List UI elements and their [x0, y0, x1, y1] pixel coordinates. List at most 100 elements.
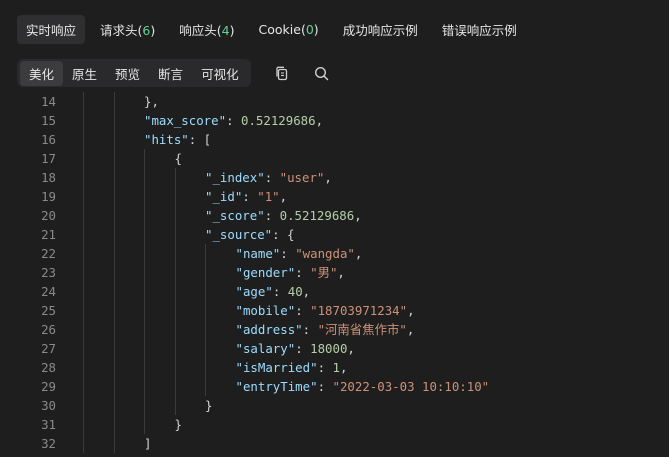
code-text: "isMarried": 1,	[236, 358, 348, 377]
tab-5[interactable]: 错误响应示例	[433, 15, 526, 44]
view-mode-button-2[interactable]: 预览	[106, 61, 149, 86]
indent-guide	[205, 244, 206, 263]
code-token: "mobile"	[235, 303, 296, 318]
code-token: "18703971234"	[310, 303, 408, 318]
code-token: "user"	[279, 170, 325, 185]
tab-count-badge: 0	[305, 21, 314, 37]
line-number: 25	[41, 303, 56, 318]
code-token: "max_score"	[144, 113, 227, 128]
tab-3[interactable]: Cookie(0)	[250, 17, 328, 42]
indent-guide	[113, 130, 115, 149]
code-line: 15 "max_score": 0.52129686,	[0, 111, 669, 130]
indent-guide	[83, 225, 84, 244]
code-line: 24 "age": 40,	[0, 282, 669, 301]
indent-guide	[83, 168, 84, 187]
code-token: ,	[407, 303, 415, 318]
response-tab-bar: 实时响应 请求头(6) 响应头(4) Cookie(0) 成功响应示例 错误响应示例	[0, 0, 669, 58]
code-text: "entryTime": "2022-03-03 10:10:10"	[236, 377, 490, 396]
indent-guide	[113, 396, 115, 415]
view-mode-button-1[interactable]: 原生	[63, 61, 106, 86]
tab-2[interactable]: 响应头(4)	[170, 15, 243, 44]
code-token: "河南省焦作市"	[317, 322, 407, 337]
code-token: 18000	[310, 341, 348, 356]
code-token: 1	[332, 360, 340, 375]
json-code-viewer[interactable]: 14}, 15 "max_score": 0.52129686, 16 "hits": …	[0, 92, 669, 457]
code-token: ,	[354, 246, 363, 261]
code-line: 16 "hits": [	[0, 130, 669, 149]
indent-guide	[83, 111, 84, 130]
code-line: 28 "isMarried": 1,	[0, 358, 669, 377]
indent-guide	[174, 320, 176, 339]
indent-guide	[83, 358, 84, 377]
indent-guide	[113, 301, 115, 320]
indent-guide	[144, 149, 145, 168]
indent-guide	[83, 92, 84, 111]
code-text: }	[205, 396, 212, 415]
code-line: 26 "address": "河南省焦作市",	[0, 320, 669, 339]
code-token: "wangda"	[295, 246, 355, 261]
indent-guide	[83, 339, 84, 358]
code-token: "isMarried"	[235, 360, 318, 375]
code-text: "address": "河南省焦作市",	[236, 320, 415, 339]
indent-guide	[174, 206, 176, 225]
view-mode-segmented-control: 美化 原生 预览 断言 可视化	[17, 59, 251, 87]
indent-guide	[83, 187, 84, 206]
indent-guide	[205, 320, 206, 339]
code-line: 19 "_id": "1",	[0, 187, 669, 206]
indent-guide	[205, 282, 206, 301]
code-token: "_score"	[205, 208, 265, 223]
code-line: 31}	[0, 415, 669, 434]
code-line: 17 {	[0, 149, 669, 168]
indent-guide	[83, 149, 84, 168]
tab-count-badge: 4	[221, 22, 230, 38]
indent-guide	[113, 225, 115, 244]
code-token: "hits"	[144, 132, 189, 147]
code-token: :	[226, 113, 241, 128]
search-icon[interactable]	[313, 64, 331, 82]
indent-guide	[144, 415, 145, 434]
indent-guide	[83, 377, 84, 396]
code-token: "_source"	[205, 227, 273, 242]
code-token: :	[317, 379, 333, 394]
view-mode-button-3[interactable]: 断言	[149, 61, 192, 86]
code-text: "max_score": 0.52129686,	[144, 111, 323, 130]
code-text: "_id": "1",	[205, 187, 287, 206]
line-number: 24	[41, 284, 56, 299]
code-token: "name"	[235, 246, 281, 261]
indent-guide	[144, 263, 145, 282]
code-token: {	[174, 151, 182, 166]
code-line: 30}	[0, 396, 669, 415]
copy-icon[interactable]	[273, 64, 291, 82]
code-token: ,	[279, 189, 288, 204]
code-token: 40	[287, 284, 303, 299]
code-line: 25 "mobile": "18703971234",	[0, 301, 669, 320]
code-text: "age": 40,	[236, 282, 311, 301]
code-text: },	[144, 92, 159, 111]
code-token: ,	[347, 341, 355, 356]
code-line: 32]	[0, 434, 669, 453]
tab-label: 响应头	[179, 22, 217, 38]
code-token: :	[302, 322, 318, 337]
indent-guide	[174, 339, 176, 358]
view-mode-button-0[interactable]: 美化	[20, 60, 64, 86]
tab-0[interactable]: 实时响应	[17, 14, 86, 44]
code-line: 22 "name": "wangda",	[0, 244, 669, 263]
code-token: :	[280, 246, 296, 261]
indent-guide	[174, 301, 176, 320]
indent-guide	[113, 339, 115, 358]
tab-1[interactable]: 请求头(6)	[91, 15, 164, 44]
indent-guide	[83, 206, 84, 225]
code-token: :	[295, 265, 311, 280]
code-line: 18 "_index": "user",	[0, 168, 669, 187]
code-token: :	[242, 189, 258, 204]
view-mode-button-4[interactable]: 可视化	[192, 61, 248, 86]
line-number: 29	[41, 379, 56, 394]
indent-guide	[83, 301, 84, 320]
indent-guide	[113, 111, 115, 130]
tab-4[interactable]: 成功响应示例	[334, 15, 427, 44]
line-number: 19	[41, 189, 56, 204]
indent-guide	[113, 206, 115, 225]
code-token: :	[295, 341, 311, 356]
line-number: 28	[41, 360, 56, 375]
code-token: :	[264, 170, 280, 185]
